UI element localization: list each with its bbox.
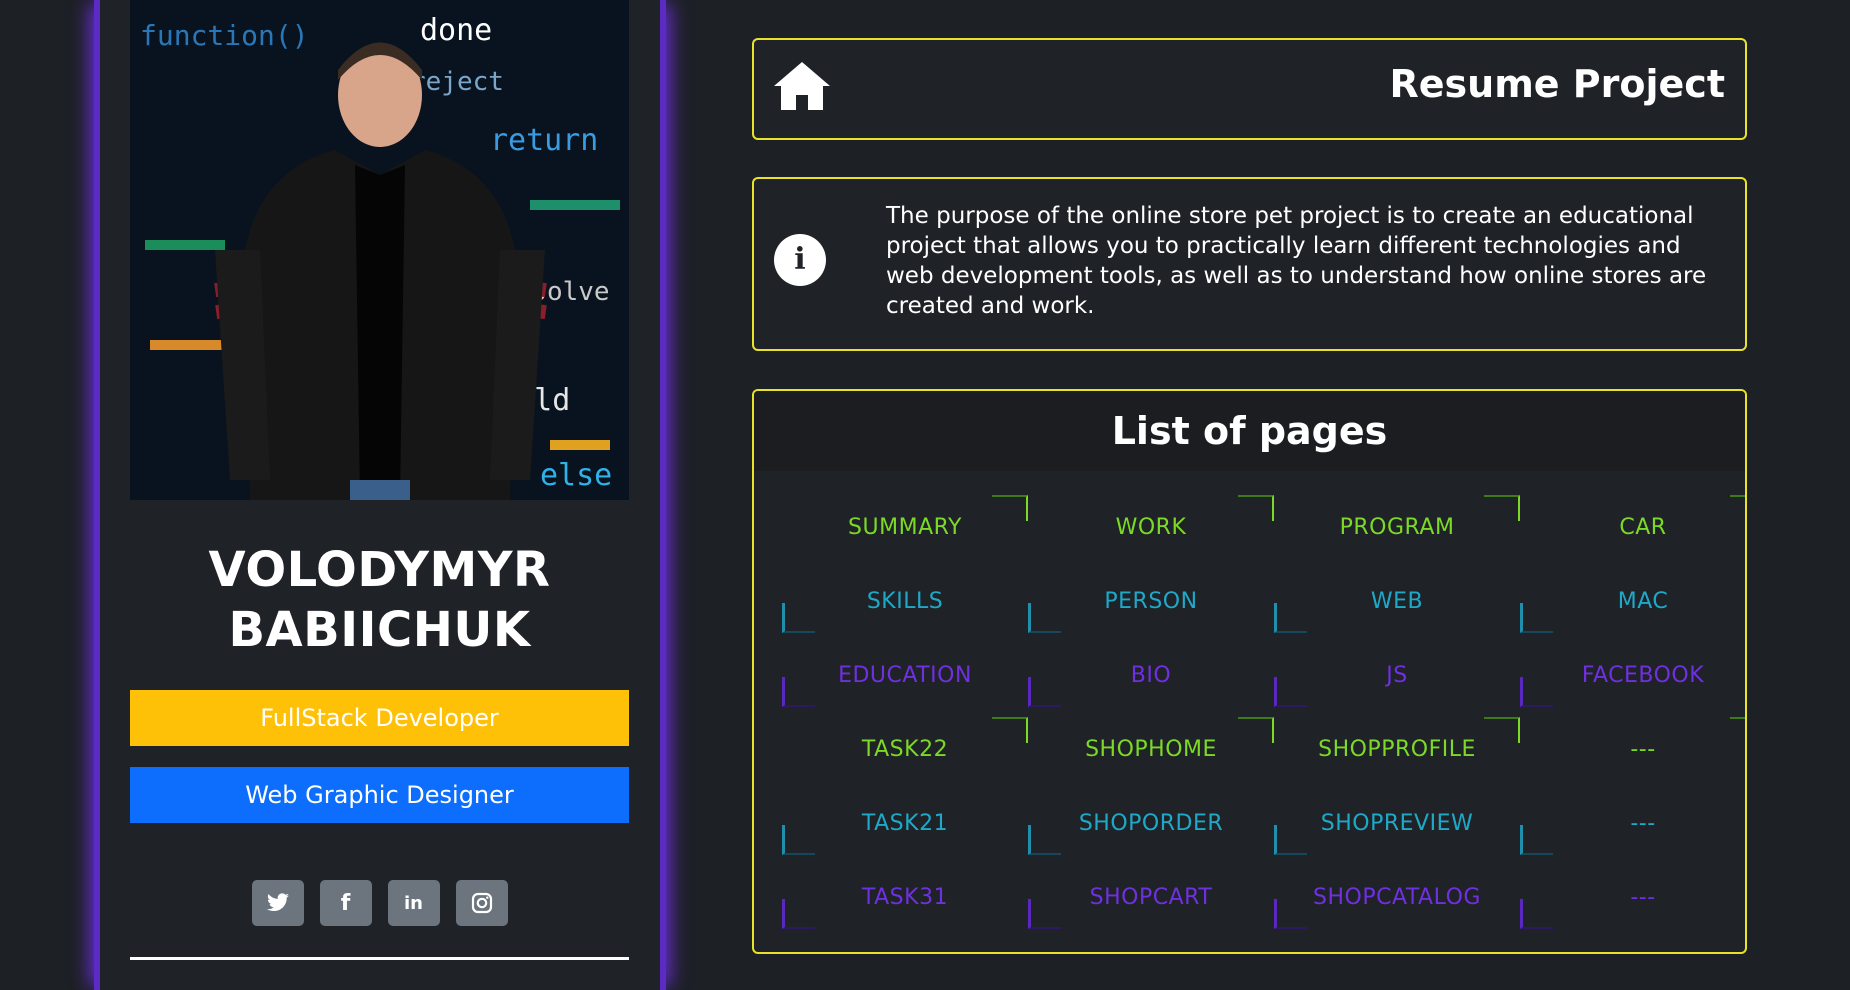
pages-title: List of pages	[754, 391, 1745, 471]
home-icon[interactable]	[772, 60, 832, 116]
instagram-icon[interactable]	[455, 880, 508, 926]
page-link-skills[interactable]: SKILLS	[782, 565, 1028, 639]
code-text: else	[540, 458, 612, 493]
info-panel: i The purpose of the online store pet pr…	[752, 177, 1747, 351]
page-link-shopcatalog[interactable]: SHOPCATALOG	[1274, 861, 1520, 935]
page-link-shopreview[interactable]: SHOPREVIEW	[1274, 787, 1520, 861]
page-link-shophome[interactable]: SHOPHOME	[1028, 713, 1274, 787]
page-link-web[interactable]: WEB	[1274, 565, 1520, 639]
page-link-task21[interactable]: TASK21	[782, 787, 1028, 861]
page-link-shopprofile[interactable]: SHOPPROFILE	[1274, 713, 1520, 787]
facebook-icon[interactable]: f	[319, 880, 372, 926]
social-links: f in	[130, 880, 629, 926]
header-panel: Resume Project	[752, 38, 1747, 140]
page-link-facebook[interactable]: FACEBOOK	[1520, 639, 1745, 713]
page-link-placeholder[interactable]: ---	[1520, 787, 1745, 861]
page-link-program[interactable]: PROGRAM	[1274, 491, 1520, 565]
page-link-car[interactable]: CAR	[1520, 491, 1745, 565]
pages-panel: List of pages SUMMARY WORK PROGRAM CAR S…	[752, 389, 1747, 954]
profile-photo: function() done reject return resolve Ch…	[130, 0, 629, 500]
name-last: BABIICHUK	[228, 602, 531, 658]
profile-name: VOLODYMYR BABIICHUK	[130, 540, 629, 660]
page-link-placeholder[interactable]: ---	[1520, 713, 1745, 787]
name-first: VOLODYMYR	[208, 542, 551, 598]
page-link-person[interactable]: PERSON	[1028, 565, 1274, 639]
divider	[130, 957, 629, 960]
code-text: function()	[140, 19, 309, 52]
page-link-shopcart[interactable]: SHOPCART	[1028, 861, 1274, 935]
twitter-icon[interactable]	[251, 880, 304, 926]
code-text: reject	[410, 67, 504, 97]
page-link-work[interactable]: WORK	[1028, 491, 1274, 565]
page-title: Resume Project	[1389, 62, 1726, 106]
page-link-education[interactable]: EDUCATION	[782, 639, 1028, 713]
code-text: done	[420, 13, 492, 48]
page-link-task31[interactable]: TASK31	[782, 861, 1028, 935]
project-description: The purpose of the online store pet proj…	[886, 203, 1707, 319]
page-link-summary[interactable]: SUMMARY	[782, 491, 1028, 565]
page-link-placeholder[interactable]: ---	[1520, 861, 1745, 935]
page-link-task22[interactable]: TASK22	[782, 713, 1028, 787]
code-text: return	[490, 123, 598, 158]
page-link-shoporder[interactable]: SHOPORDER	[1028, 787, 1274, 861]
profile-sidebar: function() done reject return resolve Ch…	[94, 0, 666, 990]
info-icon: i	[774, 234, 826, 286]
page-link-mac[interactable]: MAC	[1520, 565, 1745, 639]
role-fullstack-button[interactable]: FullStack Developer	[130, 690, 629, 746]
pages-grid: SUMMARY WORK PROGRAM CAR SKILLS PERSON W…	[782, 491, 1745, 935]
page-link-bio[interactable]: BIO	[1028, 639, 1274, 713]
role-designer-button[interactable]: Web Graphic Designer	[130, 767, 629, 823]
page-link-js[interactable]: JS	[1274, 639, 1520, 713]
linkedin-icon[interactable]: in	[387, 880, 440, 926]
